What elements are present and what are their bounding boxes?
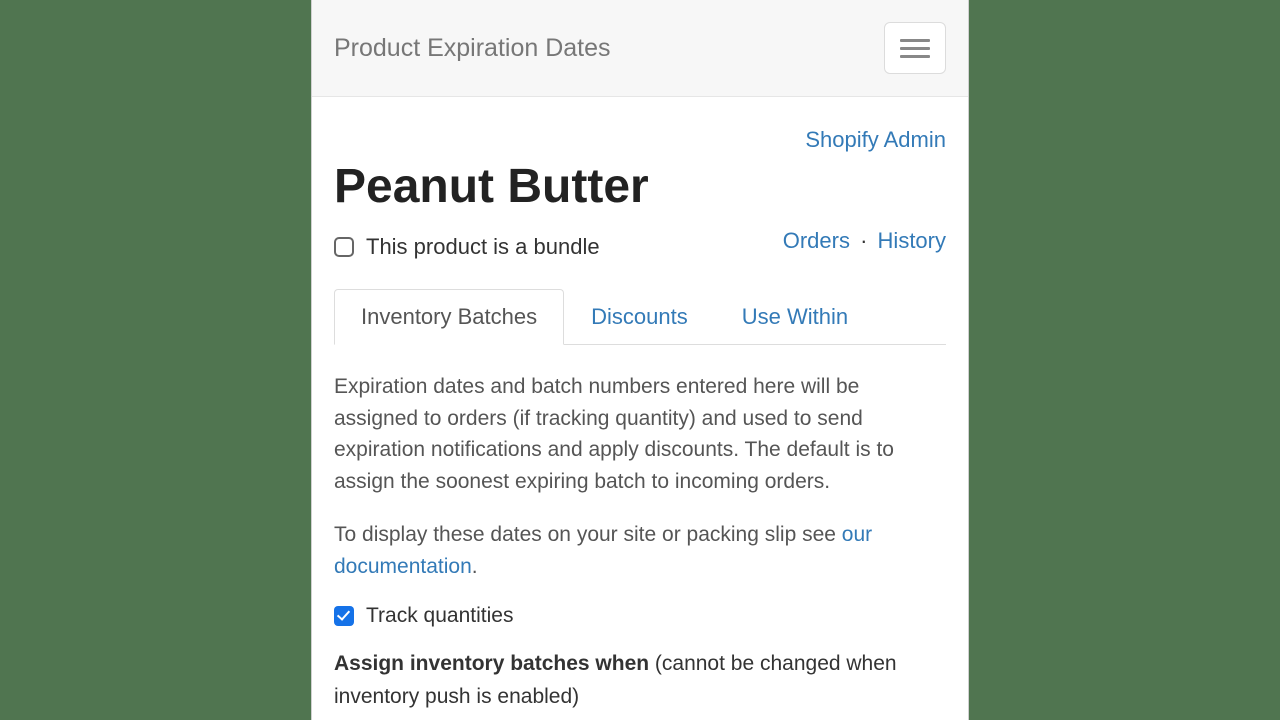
admin-link-row: Shopify Admin	[334, 127, 946, 153]
assign-heading-bold: Assign inventory batches when	[334, 652, 655, 675]
inventory-desc2-prefix: To display these dates on your site or p…	[334, 523, 842, 546]
track-quantities-checkbox[interactable]	[334, 606, 354, 626]
shopify-admin-link[interactable]: Shopify Admin	[805, 127, 946, 152]
history-link[interactable]: History	[878, 228, 946, 253]
content-area: Shopify Admin Peanut Butter Orders · His…	[312, 97, 968, 720]
link-separator: ·	[856, 228, 871, 253]
inventory-description-2: To display these dates on your site or p…	[334, 519, 946, 582]
tab-inventory-batches[interactable]: Inventory Batches	[334, 289, 564, 345]
navbar-brand[interactable]: Product Expiration Dates	[334, 34, 611, 63]
tabs: Inventory Batches Discounts Use Within	[334, 288, 946, 345]
assign-heading: Assign inventory batches when (cannot be…	[334, 648, 946, 713]
track-quantities-label: Track quantities	[366, 604, 513, 628]
tab-use-within[interactable]: Use Within	[715, 289, 875, 345]
orders-link[interactable]: Orders	[783, 228, 850, 253]
hamburger-bar-icon	[900, 55, 930, 58]
tab-content-inventory: Expiration dates and batch numbers enter…	[334, 345, 946, 713]
app-panel: Product Expiration Dates Shopify Admin P…	[311, 0, 969, 720]
track-quantities-row[interactable]: Track quantities	[334, 604, 946, 628]
inventory-description-1: Expiration dates and batch numbers enter…	[334, 371, 946, 497]
inventory-desc2-suffix: .	[472, 555, 478, 578]
hamburger-bar-icon	[900, 47, 930, 50]
bundle-checkbox[interactable]	[334, 237, 354, 257]
hamburger-menu-button[interactable]	[884, 22, 946, 74]
tab-discounts[interactable]: Discounts	[564, 289, 715, 345]
page-title: Peanut Butter	[334, 159, 946, 214]
hamburger-bar-icon	[900, 39, 930, 42]
navbar: Product Expiration Dates	[312, 0, 968, 97]
bundle-checkbox-label: This product is a bundle	[366, 234, 600, 260]
